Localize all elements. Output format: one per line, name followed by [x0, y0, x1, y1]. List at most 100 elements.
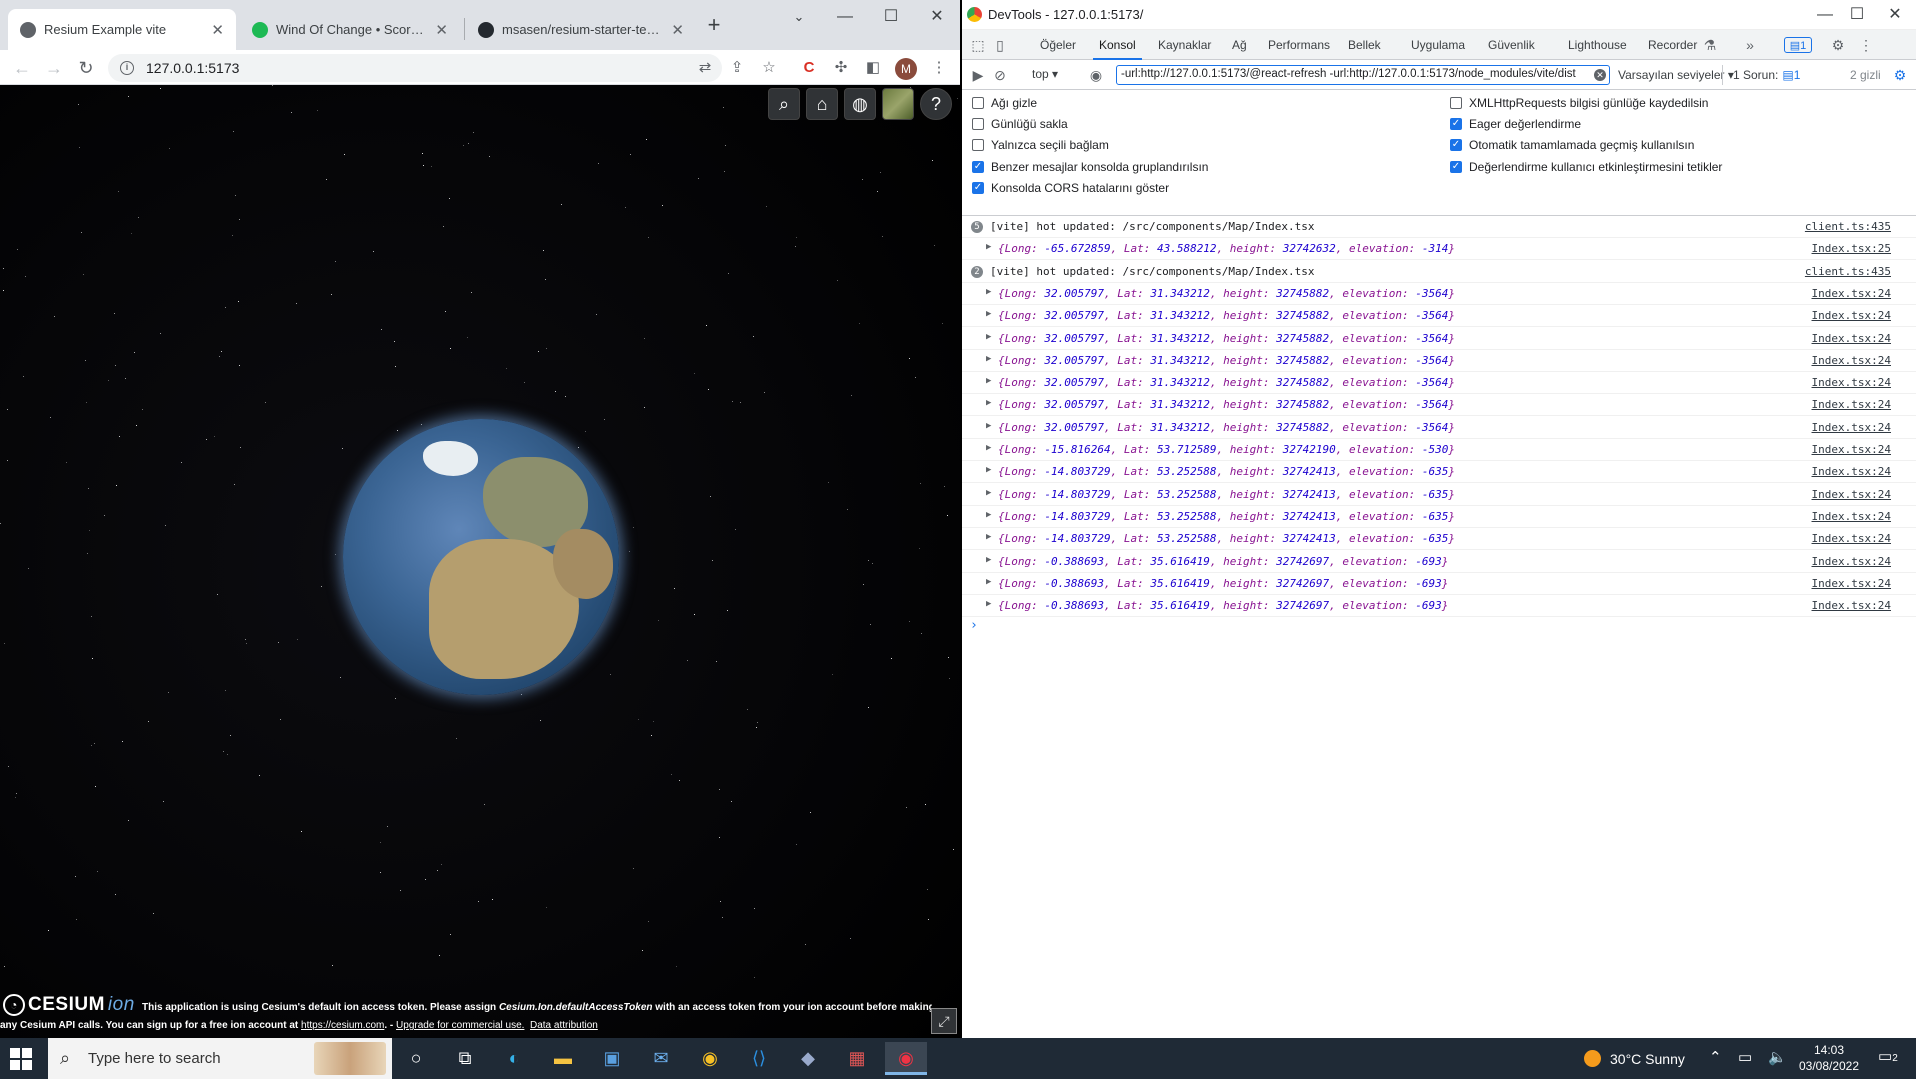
close-tab-icon[interactable]: ✕ [211, 21, 224, 39]
checkbox[interactable]: ✓ [1450, 139, 1462, 152]
console-log-object[interactable]: ▶ {Long: -15.816264, Lat: 53.712589, heig… [962, 439, 1916, 461]
setting-option[interactable]: Ağı gizle [972, 96, 1037, 110]
app-calculator-icon[interactable]: ▦ [836, 1042, 878, 1075]
source-link[interactable]: Index.tsx:24 [1812, 465, 1891, 478]
device-toolbar-icon[interactable]: ▯ [992, 37, 1008, 53]
weather-widget[interactable]: 30°C Sunny [1584, 1038, 1685, 1079]
cesium-viewer[interactable]: ⌕ ⌂ ◍ ? ◔ CESIUM ion This application is… [0, 85, 960, 1038]
source-link[interactable]: Index.tsx:24 [1812, 309, 1891, 322]
menu-kebab-icon[interactable]: ⋮ [928, 57, 950, 79]
issues-counter[interactable]: 1 Sorun: ▤1 [1722, 65, 1800, 85]
console-log-object[interactable]: ▶ {Long: 32.005797, Lat: 31.343212, heigh… [962, 328, 1916, 350]
forward-icon[interactable]: → [41, 55, 67, 81]
setting-option[interactable]: ✓ Eager değerlendirme [1450, 117, 1581, 131]
source-link[interactable]: Index.tsx:24 [1812, 488, 1891, 501]
expand-arrow-icon[interactable]: ▶ [986, 242, 991, 252]
issues-badge[interactable]: ▤1 [1784, 37, 1812, 53]
console-log-object[interactable]: ▶ {Long: 32.005797, Lat: 31.343212, heigh… [962, 372, 1916, 395]
console-log-object[interactable]: ▶ {Long: -14.803729, Lat: 53.252588, heig… [962, 528, 1916, 551]
profile-avatar[interactable]: M [895, 58, 917, 80]
expand-arrow-icon[interactable]: ▶ [986, 510, 991, 520]
store-icon[interactable]: ▣ [591, 1042, 633, 1075]
source-link[interactable]: Index.tsx:24 [1812, 332, 1891, 345]
tray-chevron-icon[interactable]: ⌃ [1709, 1048, 1722, 1066]
source-link[interactable]: Index.tsx:24 [1812, 398, 1891, 411]
cesium-link[interactable]: https://cesium.com [301, 1020, 384, 1031]
expand-arrow-icon[interactable]: ▶ [986, 421, 991, 431]
tab-lighthouse[interactable]: Lighthouse [1562, 30, 1633, 60]
checkbox[interactable] [972, 139, 984, 152]
more-tabs-chevron-icon[interactable]: » [1742, 37, 1758, 53]
expand-arrow-icon[interactable]: ▶ [986, 287, 991, 297]
clear-filter-icon[interactable]: ✕ [1594, 69, 1606, 81]
side-panel-icon[interactable]: ◧ [862, 57, 884, 79]
sidebar-toggle-icon[interactable]: ▶ [970, 67, 986, 83]
expand-arrow-icon[interactable]: ▶ [986, 555, 991, 565]
task-view-icon[interactable]: ⧉ [444, 1042, 486, 1075]
console-log-object[interactable]: ▶ {Long: -0.388693, Lat: 35.616419, heigh… [962, 551, 1916, 573]
setting-option[interactable]: ✓ Konsolda CORS hatalarını göster [972, 181, 1169, 195]
address-bar[interactable]: i 127.0.0.1:5173 [108, 54, 722, 82]
close-window-icon[interactable]: ✕ [914, 4, 960, 30]
expand-arrow-icon[interactable]: ▶ [986, 488, 991, 498]
inspect-element-icon[interactable]: ⬚ [970, 37, 986, 53]
expand-arrow-icon[interactable]: ▶ [986, 532, 991, 542]
checkbox[interactable] [972, 118, 984, 131]
console-log-object[interactable]: ▶ {Long: 32.005797, Lat: 31.343212, heigh… [962, 417, 1916, 439]
source-link[interactable]: Index.tsx:24 [1812, 510, 1891, 523]
source-link[interactable]: Index.tsx:24 [1812, 376, 1891, 389]
data-attribution-link[interactable]: Data attribution [530, 1020, 598, 1031]
console-settings-gear-icon[interactable]: ⚙ [1892, 67, 1908, 83]
log-levels-dropdown[interactable]: Varsayılan seviyeler ▾ [1618, 68, 1734, 82]
setting-option[interactable]: Yalnızca seçili bağlam [972, 138, 1109, 152]
setting-option[interactable]: Günlüğü sakla [972, 117, 1068, 131]
minimize-icon[interactable]: — [822, 4, 868, 30]
expand-arrow-icon[interactable]: ▶ [986, 577, 991, 587]
earth-globe[interactable] [343, 419, 619, 695]
console-prompt[interactable]: › [970, 618, 978, 633]
windows-start-icon[interactable] [10, 1048, 32, 1070]
edge-icon[interactable]: ◐ [493, 1042, 535, 1075]
source-link[interactable]: Index.tsx:25 [1812, 242, 1891, 255]
source-link[interactable]: Index.tsx:24 [1812, 354, 1891, 367]
source-link[interactable]: Index.tsx:24 [1812, 577, 1891, 590]
site-info-icon[interactable]: i [120, 61, 134, 75]
new-tab-icon[interactable]: + [702, 14, 726, 38]
fullscreen-icon[interactable]: ⤢ [931, 1008, 957, 1034]
expand-arrow-icon[interactable]: ▶ [986, 354, 991, 364]
mail-icon[interactable]: ✉ [640, 1042, 682, 1075]
console-log-object[interactable]: ▶ {Long: 32.005797, Lat: 31.343212, heigh… [962, 305, 1916, 328]
checkbox[interactable]: ✓ [972, 160, 984, 173]
help-icon[interactable]: ? [920, 88, 952, 120]
source-link[interactable]: Index.tsx:24 [1812, 287, 1891, 300]
console-log-vite[interactable]: 5 [vite] hot updated: /src/components/Map… [962, 216, 1916, 238]
volume-icon[interactable]: 🔈 [1768, 1048, 1787, 1066]
upgrade-link[interactable]: Upgrade for commercial use. [396, 1020, 524, 1031]
setting-option[interactable]: ✓ Otomatik tamamlamada geçmiş kullanılsın [1450, 138, 1694, 152]
close-tab-icon[interactable]: ✕ [671, 21, 684, 39]
tab-security[interactable]: Güvenlik [1482, 30, 1541, 60]
tab-elements[interactable]: Öğeler [1034, 30, 1082, 60]
checkbox[interactable]: ✓ [1450, 118, 1462, 131]
console-log-object[interactable]: ▶ {Long: 32.005797, Lat: 31.343212, heigh… [962, 350, 1916, 372]
tab-memory[interactable]: Bellek [1342, 30, 1387, 60]
home-icon[interactable]: ⌂ [806, 88, 838, 120]
base-layer-picker-icon[interactable] [882, 88, 914, 120]
console-log-vite[interactable]: 2 [vite] hot updated: /src/components/Map… [962, 261, 1916, 283]
bookmark-star-icon[interactable]: ☆ [758, 57, 780, 79]
setting-option[interactable]: ✓ Benzer mesajlar konsolda gruplandırılsı… [972, 160, 1208, 174]
checkbox[interactable]: ✓ [1450, 160, 1462, 173]
notification-center-icon[interactable]: ▭2 [1878, 1047, 1898, 1065]
source-link[interactable]: client.ts:435 [1805, 265, 1891, 278]
tab-github-repo[interactable]: msasen/resium-starter-templa ✕ [466, 9, 696, 50]
expand-arrow-icon[interactable]: ▶ [986, 332, 991, 342]
checkbox[interactable] [1450, 97, 1462, 109]
checkbox[interactable] [972, 97, 984, 109]
extensions-puzzle-icon[interactable]: ✣ [830, 57, 852, 79]
live-expression-eye-icon[interactable]: ◉ [1088, 67, 1104, 83]
setting-option[interactable]: XMLHttpRequests bilgisi günlüğe kaydedil… [1450, 96, 1708, 110]
geocoder-search-icon[interactable]: ⌕ [768, 88, 800, 120]
taskbar-search-box[interactable]: ⌕ Type here to search [48, 1038, 392, 1079]
expand-arrow-icon[interactable]: ▶ [986, 309, 991, 319]
close-tab-icon[interactable]: ✕ [435, 21, 448, 39]
